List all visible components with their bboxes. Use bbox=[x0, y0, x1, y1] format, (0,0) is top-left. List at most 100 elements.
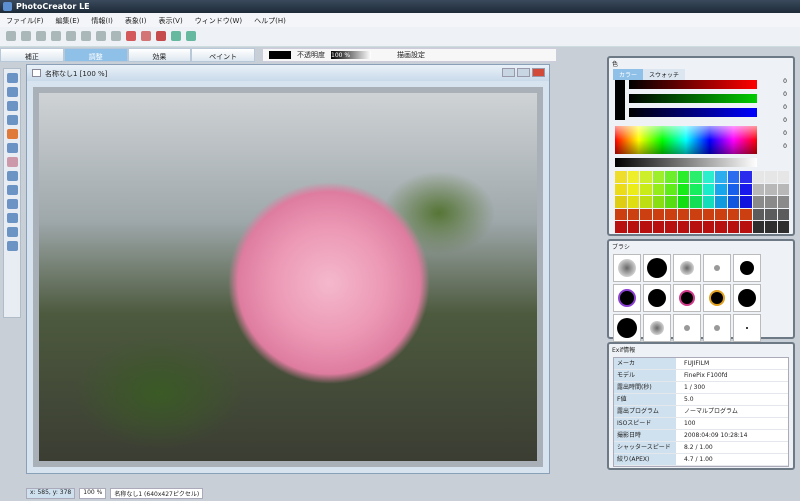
menu-edit[interactable]: 編集(E) bbox=[56, 16, 80, 25]
brush-preset[interactable] bbox=[703, 254, 731, 282]
palette-swatch[interactable] bbox=[727, 221, 739, 233]
hand-tool-icon[interactable] bbox=[7, 227, 18, 237]
palette-swatch[interactable] bbox=[727, 171, 739, 183]
palette-swatch[interactable] bbox=[677, 208, 689, 221]
canvas-area[interactable] bbox=[33, 87, 543, 467]
menu-help[interactable]: ヘルプ(H) bbox=[254, 16, 286, 25]
gray-slider[interactable] bbox=[615, 158, 757, 167]
value-field[interactable]: 0 bbox=[783, 117, 787, 124]
brush-preset[interactable] bbox=[733, 284, 761, 312]
palette-swatch[interactable] bbox=[715, 171, 727, 183]
menu-file[interactable]: ファイル(F) bbox=[6, 16, 44, 25]
palette-swatch[interactable] bbox=[765, 183, 777, 196]
brush-preset[interactable] bbox=[613, 284, 641, 312]
brush-preset[interactable] bbox=[733, 254, 761, 282]
opacity-slider[interactable]: 100 % bbox=[331, 51, 371, 59]
palette-swatch[interactable] bbox=[715, 221, 727, 233]
palette-swatch[interactable] bbox=[752, 221, 764, 233]
palette-swatch[interactable] bbox=[640, 171, 652, 183]
palette-swatch[interactable] bbox=[752, 208, 764, 221]
palette-swatch[interactable] bbox=[740, 221, 752, 233]
blend-select[interactable]: 描画設定 bbox=[397, 50, 425, 60]
print-icon[interactable] bbox=[66, 31, 76, 41]
brush-preset[interactable] bbox=[733, 314, 761, 342]
cut-icon[interactable] bbox=[126, 31, 136, 41]
palette-swatch[interactable] bbox=[690, 196, 702, 208]
palette-swatch[interactable] bbox=[627, 171, 639, 183]
palette-swatch[interactable] bbox=[702, 196, 714, 208]
color-palette[interactable] bbox=[615, 171, 789, 233]
palette-swatch[interactable] bbox=[752, 183, 764, 196]
palette-swatch[interactable] bbox=[640, 196, 652, 208]
palette-swatch[interactable] bbox=[777, 171, 789, 183]
zoom-level[interactable]: 100 % bbox=[79, 488, 107, 499]
tab-effect[interactable]: 効果 bbox=[127, 48, 192, 62]
palette-swatch[interactable] bbox=[627, 221, 639, 233]
palette-swatch[interactable] bbox=[715, 183, 727, 196]
palette-swatch[interactable] bbox=[702, 171, 714, 183]
tab-swatch[interactable]: スウォッチ bbox=[643, 69, 686, 80]
scan-icon[interactable] bbox=[81, 31, 91, 41]
brush-preset[interactable] bbox=[703, 284, 731, 312]
palette-swatch[interactable] bbox=[665, 221, 677, 233]
camera-icon[interactable] bbox=[36, 31, 46, 41]
palette-swatch[interactable] bbox=[765, 221, 777, 233]
tab-correct[interactable]: 補正 bbox=[0, 48, 64, 62]
brush-preset[interactable] bbox=[703, 314, 731, 342]
palette-swatch[interactable] bbox=[677, 221, 689, 233]
tab-color[interactable]: カラー bbox=[613, 69, 644, 80]
palette-swatch[interactable] bbox=[665, 208, 677, 221]
palette-swatch[interactable] bbox=[640, 221, 652, 233]
move-tool-icon[interactable] bbox=[7, 115, 18, 125]
palette-swatch[interactable] bbox=[665, 171, 677, 183]
palette-swatch[interactable] bbox=[640, 208, 652, 221]
fill-tool-icon[interactable] bbox=[7, 171, 18, 181]
value-field[interactable]: 0 bbox=[783, 104, 787, 111]
brush-tool-icon[interactable] bbox=[7, 129, 18, 139]
palette-swatch[interactable] bbox=[765, 196, 777, 208]
palette-swatch[interactable] bbox=[615, 171, 627, 183]
value-field[interactable]: 0 bbox=[783, 78, 787, 85]
blue-slider[interactable] bbox=[629, 108, 757, 117]
palette-swatch[interactable] bbox=[665, 183, 677, 196]
palette-swatch[interactable] bbox=[702, 221, 714, 233]
palette-swatch[interactable] bbox=[690, 208, 702, 221]
copy-icon[interactable] bbox=[141, 31, 151, 41]
crop-tool-icon[interactable] bbox=[7, 101, 18, 111]
palette-swatch[interactable] bbox=[615, 183, 627, 196]
palette-swatch[interactable] bbox=[765, 171, 777, 183]
palette-swatch[interactable] bbox=[615, 221, 627, 233]
palette-swatch[interactable] bbox=[740, 171, 752, 183]
text-tool-icon[interactable] bbox=[7, 185, 18, 195]
palette-swatch[interactable] bbox=[690, 221, 702, 233]
stamp-tool-icon[interactable] bbox=[7, 143, 18, 153]
brush-preset[interactable] bbox=[643, 314, 671, 342]
palette-swatch[interactable] bbox=[777, 221, 789, 233]
brush-preset[interactable] bbox=[613, 314, 641, 342]
maximize-button[interactable] bbox=[517, 68, 530, 77]
palette-swatch[interactable] bbox=[727, 183, 739, 196]
shape-tool-icon[interactable] bbox=[7, 213, 18, 223]
current-color[interactable] bbox=[615, 80, 625, 120]
palette-swatch[interactable] bbox=[777, 208, 789, 221]
brush-preset[interactable] bbox=[673, 314, 701, 342]
palette-swatch[interactable] bbox=[740, 196, 752, 208]
brush-preset[interactable] bbox=[643, 284, 671, 312]
brush-preset[interactable] bbox=[673, 254, 701, 282]
menu-info[interactable]: 情報(I) bbox=[91, 16, 113, 25]
select-tool-icon[interactable] bbox=[7, 73, 18, 83]
palette-swatch[interactable] bbox=[702, 183, 714, 196]
palette-swatch[interactable] bbox=[740, 208, 752, 221]
red-slider[interactable] bbox=[629, 80, 757, 89]
photo-camellia[interactable] bbox=[39, 93, 537, 461]
menu-image[interactable]: 表象(I) bbox=[125, 16, 147, 25]
palette-swatch[interactable] bbox=[615, 196, 627, 208]
palette-swatch[interactable] bbox=[652, 171, 664, 183]
redo-icon[interactable] bbox=[111, 31, 121, 41]
palette-swatch[interactable] bbox=[640, 183, 652, 196]
palette-swatch[interactable] bbox=[727, 208, 739, 221]
palette-swatch[interactable] bbox=[677, 196, 689, 208]
zoom-out-icon[interactable] bbox=[186, 31, 196, 41]
menu-window[interactable]: ウィンドウ(W) bbox=[195, 16, 242, 25]
palette-swatch[interactable] bbox=[627, 196, 639, 208]
